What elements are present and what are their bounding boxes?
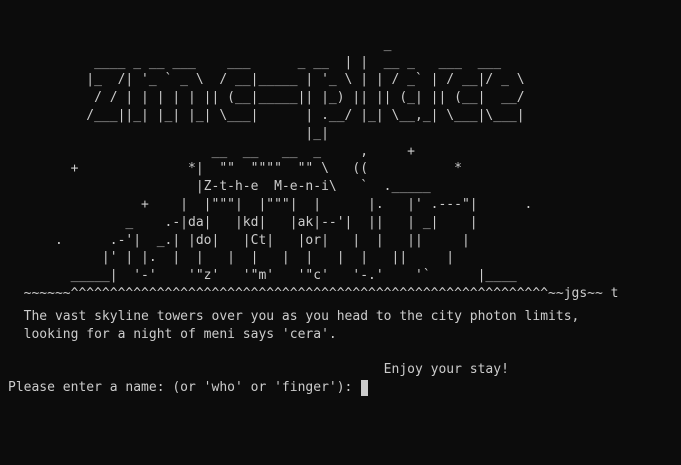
login-prompt-text: Please enter a name: (or 'who' or 'finge… <box>8 380 361 395</box>
text-cursor <box>361 379 369 396</box>
terminal-window: _ ____ _ __ ___ ___ _ __ | | __ _ ___ __… <box>0 0 681 465</box>
ascii-art-banner: _ ____ _ __ ___ ___ _ __ | | __ _ ___ __… <box>23 36 619 301</box>
welcome-message: The vast skyline towers over you as you … <box>23 309 580 378</box>
login-prompt-line[interactable]: Please enter a name: (or 'who' or 'finge… <box>8 379 369 397</box>
